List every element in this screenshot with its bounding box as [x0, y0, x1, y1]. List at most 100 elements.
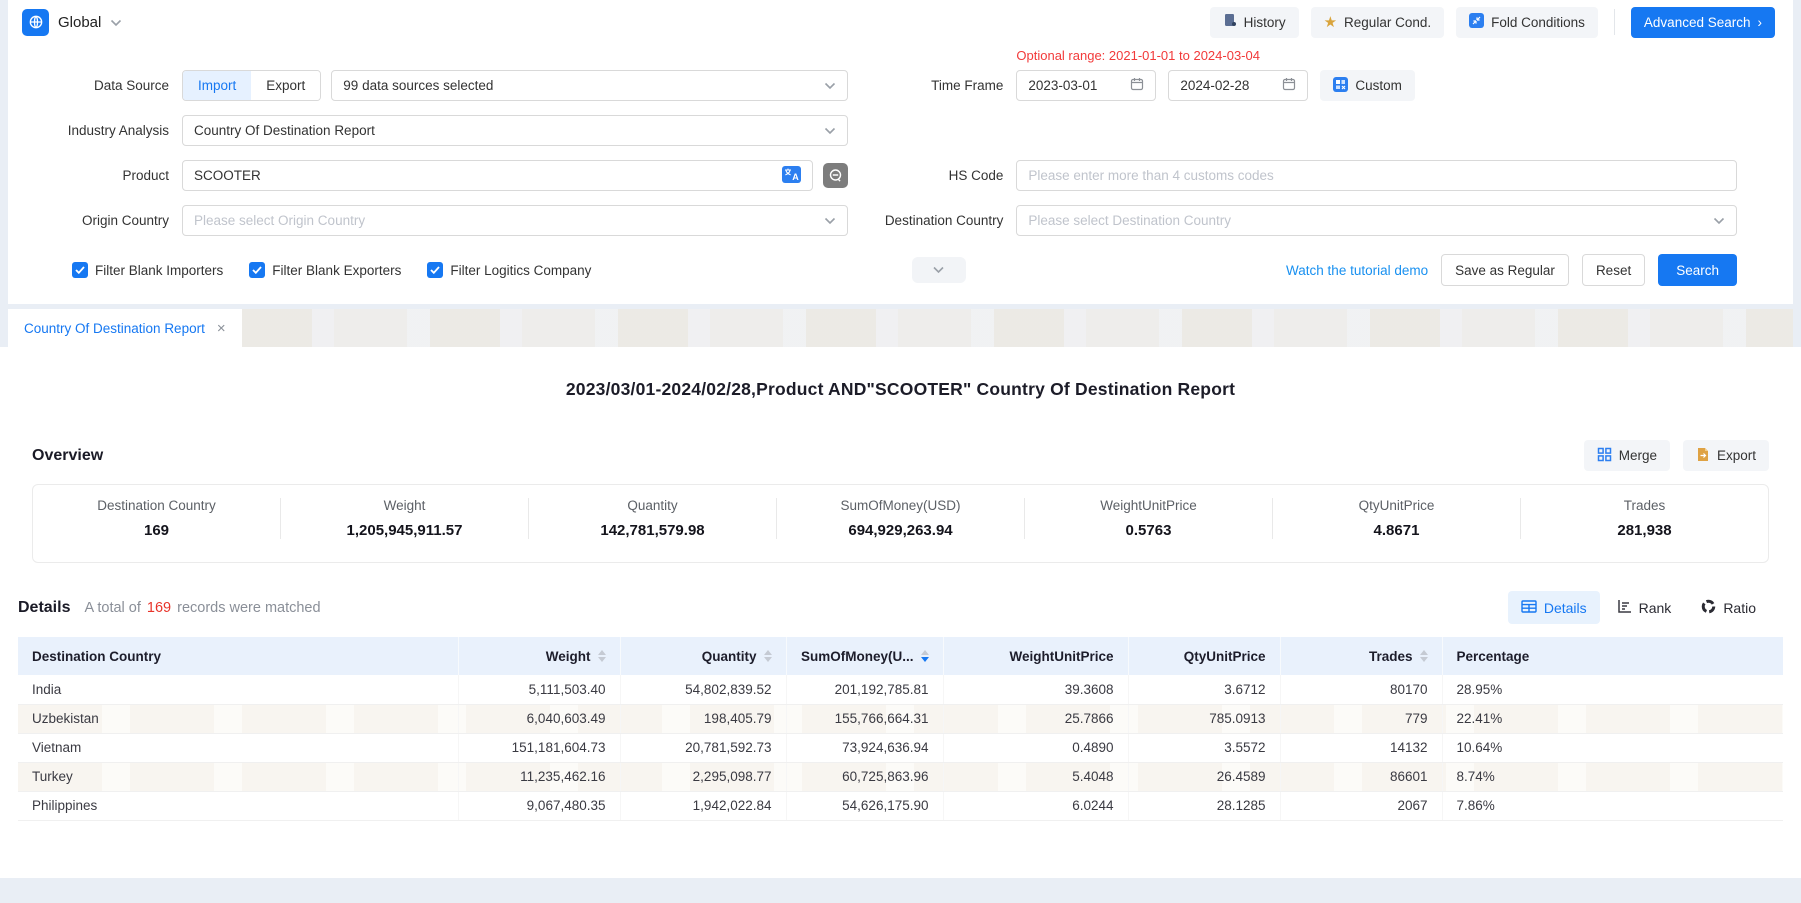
industry-analysis-label: Industry Analysis [32, 123, 182, 138]
column-header-label: WeightUnitPrice [1009, 649, 1113, 664]
search-form: Optional range: 2021-01-01 to 2024-03-04… [8, 44, 1793, 304]
data-cell: 5.4048 [943, 762, 1128, 791]
country-cell: Uzbekistan [18, 704, 458, 733]
stat-value: 4.8671 [1273, 522, 1520, 539]
optional-range-text: Optional range: 2021-01-01 to 2024-03-04 [848, 48, 1769, 68]
data-cell: 28.95% [1442, 675, 1783, 704]
summary-suffix: records were matched [177, 600, 320, 616]
regular-cond-button[interactable]: ★ Regular Cond. [1311, 7, 1445, 38]
filter-logitics-company-checkbox[interactable]: Filter Logitics Company [427, 262, 591, 278]
advanced-search-button[interactable]: Advanced Search › [1631, 7, 1775, 38]
export-icon [1696, 447, 1710, 465]
view-rank-button[interactable]: Rank [1604, 591, 1685, 624]
column-header-trades[interactable]: Trades [1280, 637, 1442, 675]
overview-stat: SumOfMoney(USD) 694,929,263.94 [776, 498, 1024, 539]
table-body: India5,111,503.4054,802,839.52201,192,78… [18, 675, 1783, 820]
industry-analysis-select[interactable]: Country Of Destination Report [182, 115, 848, 146]
checkbox-label: Filter Blank Importers [95, 263, 223, 278]
filter-blank-exporters-checkbox[interactable]: Filter Blank Exporters [249, 262, 401, 278]
overview-stat: Trades281,938 [1520, 498, 1768, 539]
translate-icon[interactable]: A [782, 166, 801, 186]
data-cell: 8.74% [1442, 762, 1783, 791]
data-sources-value: 99 data sources selected [343, 78, 816, 93]
stat-label: QtyUnitPrice [1273, 498, 1520, 513]
origin-country-select[interactable]: Please select Origin Country [182, 205, 848, 236]
history-button[interactable]: History [1210, 7, 1299, 38]
export-option[interactable]: Export [251, 71, 320, 100]
region-label: Global [58, 14, 101, 31]
reset-button[interactable]: Reset [1582, 254, 1645, 286]
tutorial-link[interactable]: Watch the tutorial demo [1286, 263, 1428, 278]
merge-icon [1597, 447, 1612, 465]
tab-country-of-destination-report[interactable]: Country Of Destination Report × [8, 309, 242, 347]
industry-analysis-value: Country Of Destination Report [194, 123, 816, 138]
end-date-input[interactable]: 2024-02-28 [1168, 70, 1308, 101]
data-cell: 5,111,503.40 [458, 675, 620, 704]
sort-carets-icon[interactable] [764, 650, 772, 662]
column-header-weight[interactable]: Weight [458, 637, 620, 675]
fuzzy-query-icon[interactable] [823, 163, 848, 188]
sort-carets-icon[interactable] [1420, 650, 1428, 662]
data-cell: 779 [1280, 704, 1442, 733]
destination-country-label: Destination Country [848, 213, 1016, 228]
country-cell: Vietnam [18, 733, 458, 762]
region-selector[interactable]: Global [22, 9, 122, 36]
checkbox-label: Filter Logitics Company [450, 263, 591, 278]
match-count: 169 [147, 600, 171, 616]
form-actions: Watch the tutorial demo Save as Regular … [1286, 254, 1769, 286]
filter-blank-importers-checkbox[interactable]: Filter Blank Importers [72, 262, 223, 278]
calendar-icon [1130, 77, 1144, 94]
data-cell: 25.7866 [943, 704, 1128, 733]
tab-bar: Country Of Destination Report × [8, 309, 1793, 347]
column-header-sumofmoney-u[interactable]: SumOfMoney(U... [786, 637, 943, 675]
import-option[interactable]: Import [183, 71, 251, 100]
close-icon[interactable]: × [217, 320, 226, 337]
search-button[interactable]: Search [1658, 254, 1737, 286]
origin-country-label: Origin Country [32, 213, 182, 228]
view-details-button[interactable]: Details [1508, 591, 1600, 624]
data-cell: 6,040,603.49 [458, 704, 620, 733]
divider [1614, 9, 1615, 35]
checkbox-label: Filter Blank Exporters [272, 263, 401, 278]
overview-stat: Destination Country169 [33, 498, 280, 539]
data-cell: 73,924,636.94 [786, 733, 943, 762]
check-icon [249, 262, 265, 278]
data-cell: 0.4890 [943, 733, 1128, 762]
data-cell: 11,235,462.16 [458, 762, 620, 791]
save-as-regular-button[interactable]: Save as Regular [1441, 254, 1569, 286]
data-cell: 10.64% [1442, 733, 1783, 762]
data-cell: 198,405.79 [620, 704, 786, 733]
stat-label: SumOfMoney(USD) [777, 498, 1024, 513]
data-source-label: Data Source [32, 78, 182, 93]
data-cell: 80170 [1280, 675, 1442, 704]
column-header-quantity[interactable]: Quantity [620, 637, 786, 675]
data-cell: 201,192,785.81 [786, 675, 943, 704]
collapse-conditions-button[interactable] [912, 257, 966, 283]
data-cell: 7.86% [1442, 791, 1783, 820]
topbar-actions: History ★ Regular Cond. Fold Conditions … [1210, 7, 1775, 38]
stat-value: 0.5763 [1025, 522, 1272, 539]
view-ratio-label: Ratio [1723, 600, 1756, 616]
product-input[interactable]: SCOOTER A [182, 160, 813, 191]
fold-conditions-button[interactable]: Fold Conditions [1456, 7, 1598, 38]
destination-country-select[interactable]: Please select Destination Country [1016, 205, 1737, 236]
data-cell: 22.41% [1442, 704, 1783, 733]
end-date-value: 2024-02-28 [1180, 78, 1274, 93]
data-sources-select[interactable]: 99 data sources selected [331, 70, 848, 101]
column-header-qtyunitprice: QtyUnitPrice [1128, 637, 1280, 675]
data-cell: 785.0913 [1128, 704, 1280, 733]
check-icon [427, 262, 443, 278]
custom-range-button[interactable]: Custom [1320, 70, 1415, 101]
history-icon [1223, 13, 1237, 31]
data-cell: 2,295,098.77 [620, 762, 786, 791]
view-ratio-button[interactable]: Ratio [1688, 591, 1769, 624]
stat-value: 694,929,263.94 [777, 522, 1024, 539]
hs-code-input[interactable]: Please enter more than 4 customs codes [1016, 160, 1737, 191]
merge-button[interactable]: Merge [1584, 440, 1670, 471]
sort-carets-icon[interactable] [921, 650, 929, 662]
export-button[interactable]: Export [1683, 440, 1769, 471]
rank-icon [1617, 599, 1632, 616]
sort-carets-icon[interactable] [598, 650, 606, 662]
fold-icon [1469, 13, 1484, 31]
start-date-input[interactable]: 2023-03-01 [1016, 70, 1156, 101]
